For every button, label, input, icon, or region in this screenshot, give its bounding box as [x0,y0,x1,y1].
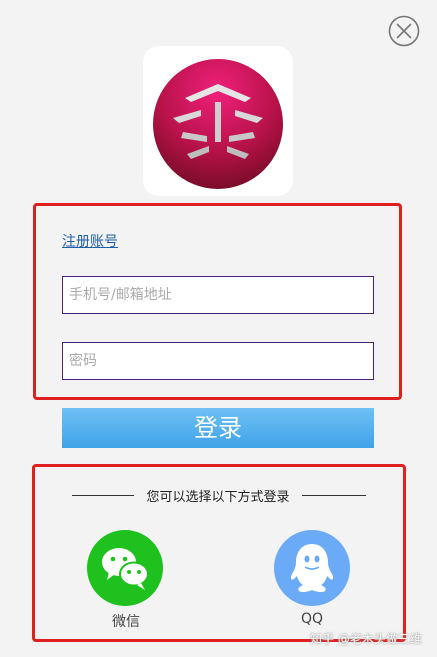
login-button[interactable]: 登录 [62,408,374,448]
wechat-login-button[interactable] [87,530,163,606]
login-page: 注册账号 登录 您可以选择以下方式登录 微信 QQ 知乎 @老木头做三维 [0,0,437,657]
password-input[interactable] [62,342,374,380]
qq-label: QQ [300,611,324,627]
close-icon[interactable] [388,15,420,47]
wechat-icon [102,548,149,590]
divider-right [302,495,366,496]
watermark: 知乎 @老木头做三维 [310,632,422,646]
alt-login-title: 您可以选择以下方式登录 [146,490,290,505]
phone-email-input[interactable] [62,276,374,314]
qq-login-button[interactable] [274,530,350,606]
app-logo-icon [153,59,283,189]
register-link[interactable]: 注册账号 [62,231,118,251]
divider-left [72,495,134,496]
wechat-label: 微信 [112,614,140,630]
app-logo [143,46,293,196]
qq-icon [290,544,334,593]
